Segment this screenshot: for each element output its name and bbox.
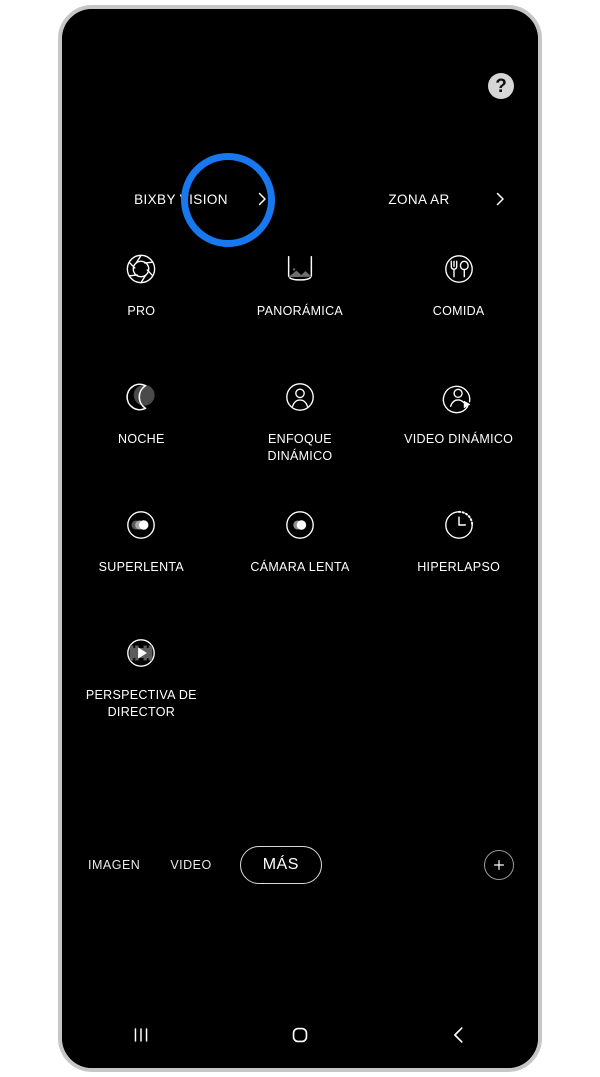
recents-icon <box>129 1023 153 1047</box>
director-view-icon <box>119 631 163 675</box>
home-button[interactable] <box>276 1013 324 1057</box>
help-icon: ? <box>495 75 507 97</box>
mode-label: SUPERLENTA <box>98 560 185 574</box>
mode-pro[interactable]: PRO <box>62 247 221 343</box>
tab-imagen[interactable]: IMAGEN <box>86 854 142 876</box>
camera-mode-grid: PRO PANORÁMICA COMIDA NOCHE ENFOQUE DINÁ… <box>62 247 538 727</box>
add-mode-button[interactable] <box>484 850 514 880</box>
plus-icon <box>491 857 507 873</box>
shortcut-row: BIXBY VISION ZONA AR <box>62 177 538 221</box>
mode-label: HIPERLAPSO <box>417 560 501 574</box>
mode-label: VIDEO DINÁMICO <box>404 432 514 446</box>
mode-label: PANORÁMICA <box>256 304 344 318</box>
back-button[interactable] <box>435 1013 483 1057</box>
mode-label: PRO <box>127 304 156 318</box>
aperture-icon <box>119 247 163 291</box>
mode-label: ENFOQUE DINÁMICO <box>267 432 333 463</box>
mode-label: NOCHE <box>118 432 165 446</box>
mode-video-dinamico[interactable]: VIDEO DINÁMICO <box>379 375 538 471</box>
mode-label: COMIDA <box>432 304 485 318</box>
mode-panoramica[interactable]: PANORÁMICA <box>221 247 380 343</box>
home-icon <box>288 1023 312 1047</box>
android-navigation-bar <box>62 1002 538 1068</box>
tab-mas[interactable]: MÁS <box>239 846 322 884</box>
shortcut-label: ZONA AR <box>388 191 450 207</box>
food-icon <box>437 247 481 291</box>
hyperlapse-clock-icon <box>437 503 481 547</box>
slow-motion-icon <box>278 503 322 547</box>
panorama-icon <box>278 247 322 291</box>
mode-camara-lenta[interactable]: CÁMARA LENTA <box>221 503 380 599</box>
mode-enfoque-dinamico[interactable]: ENFOQUE DINÁMICO <box>221 375 380 471</box>
shortcut-zona-ar[interactable]: ZONA AR <box>300 192 538 207</box>
super-slow-motion-icon <box>119 503 163 547</box>
chevron-right-icon <box>492 191 508 207</box>
recents-button[interactable] <box>117 1013 165 1057</box>
mode-superlenta[interactable]: SUPERLENTA <box>62 503 221 599</box>
chevron-right-icon <box>254 191 270 207</box>
mode-perspectiva-de-director[interactable]: PERSPECTIVA DE DIRECTOR <box>62 631 221 727</box>
phone-screen: ? BIXBY VISION ZONA AR PRO PANORÁMICA CO… <box>62 9 538 1068</box>
tab-group: IMAGEN VIDEO MÁS <box>86 846 322 884</box>
mode-hiperlapso[interactable]: HIPERLAPSO <box>379 503 538 599</box>
phone-frame: ? BIXBY VISION ZONA AR PRO PANORÁMICA CO… <box>58 5 542 1072</box>
tab-video[interactable]: VIDEO <box>168 854 213 876</box>
portrait-video-icon <box>437 375 481 419</box>
mode-label: PERSPECTIVA DE DIRECTOR <box>85 688 197 719</box>
mode-noche[interactable]: NOCHE <box>62 375 221 471</box>
mode-comida[interactable]: COMIDA <box>379 247 538 343</box>
camera-tab-bar: IMAGEN VIDEO MÁS <box>62 842 538 888</box>
portrait-person-icon <box>278 375 322 419</box>
moon-icon <box>119 375 163 419</box>
mode-label: CÁMARA LENTA <box>250 560 350 574</box>
shortcut-bixby-vision[interactable]: BIXBY VISION <box>62 192 300 207</box>
help-button[interactable]: ? <box>488 73 514 99</box>
shortcut-label: BIXBY VISION <box>134 191 228 207</box>
back-icon <box>447 1023 471 1047</box>
